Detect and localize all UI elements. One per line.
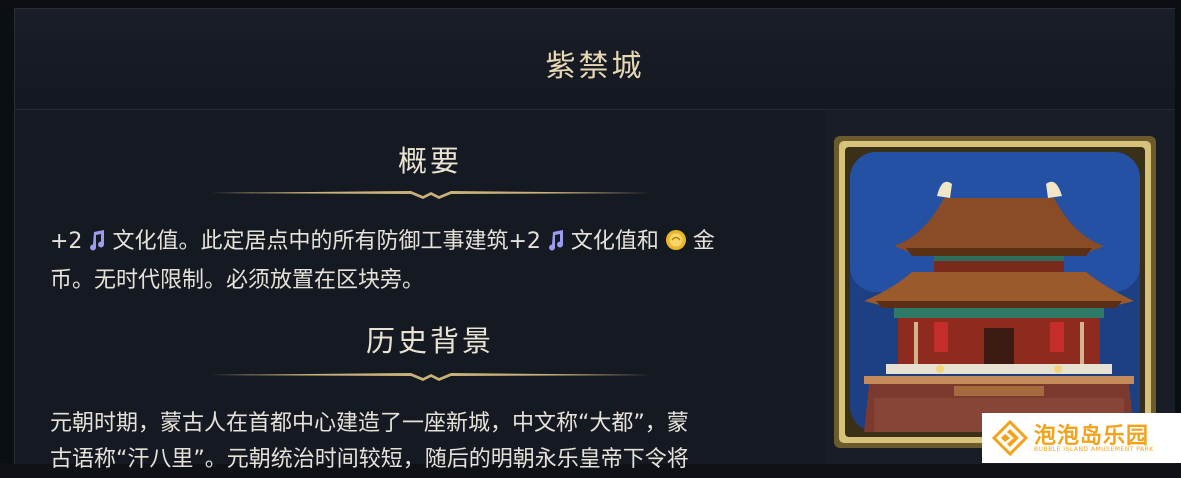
watermark-subtitle: BUBBLE ISLAND AMUSEMENT PARK [1034, 446, 1154, 453]
summary-text: +2 文化值。此定居点中的所有防御工事建筑+2 文化值和 金 币。无时代限制。必须放置… [50, 224, 795, 299]
section-divider [211, 191, 651, 199]
history-heading: 历史背景 [365, 324, 494, 358]
wonder-title: 紫禁城 [545, 49, 645, 84]
summary-text-c: 金 [692, 229, 715, 254]
music-note-icon [547, 227, 565, 263]
forbidden-city-portrait [834, 136, 1156, 448]
history-text: 元朝时期，蒙古人在首都中心建造了一座新城，中文称“大都”，蒙 古语称“汗八里”。… [50, 406, 795, 478]
bubble-island-logo-icon [992, 420, 1028, 456]
summary-text-line2: 币。无时代限制。必须放置在区块旁。 [50, 268, 425, 293]
gold-coin-icon [665, 227, 687, 263]
title-bar: 紫禁城 [15, 9, 1175, 110]
section-divider [211, 373, 651, 381]
game-window: 紫禁城 概要 +2 文化值。此定居点中的所有防御工事建筑+2 文化值和 金 币。无时代… [0, 0, 1181, 472]
history-text-line2: 古语称“汗八里”。元朝统治时间较短，随后的明朝永乐皇帝下令将 [50, 447, 689, 472]
history-text-line1: 元朝时期，蒙古人在首都中心建造了一座新城，中文称“大都”，蒙 [50, 411, 689, 436]
summary-text-a: 文化值。此定居点中的所有防御工事建筑+2 [112, 229, 541, 254]
music-note-icon [88, 227, 106, 263]
summary-bonus-value: +2 [50, 229, 83, 254]
summary-heading: 概要 [397, 144, 462, 178]
watermark-badge: 泡泡岛乐园 BUBBLE ISLAND AMUSEMENT PARK [982, 413, 1181, 463]
summary-text-b: 文化值和 [570, 229, 659, 254]
description-area[interactable]: 概要 +2 文化值。此定居点中的所有防御工事建筑+2 文化值和 金 币。无时代限制。必… [15, 110, 825, 472]
